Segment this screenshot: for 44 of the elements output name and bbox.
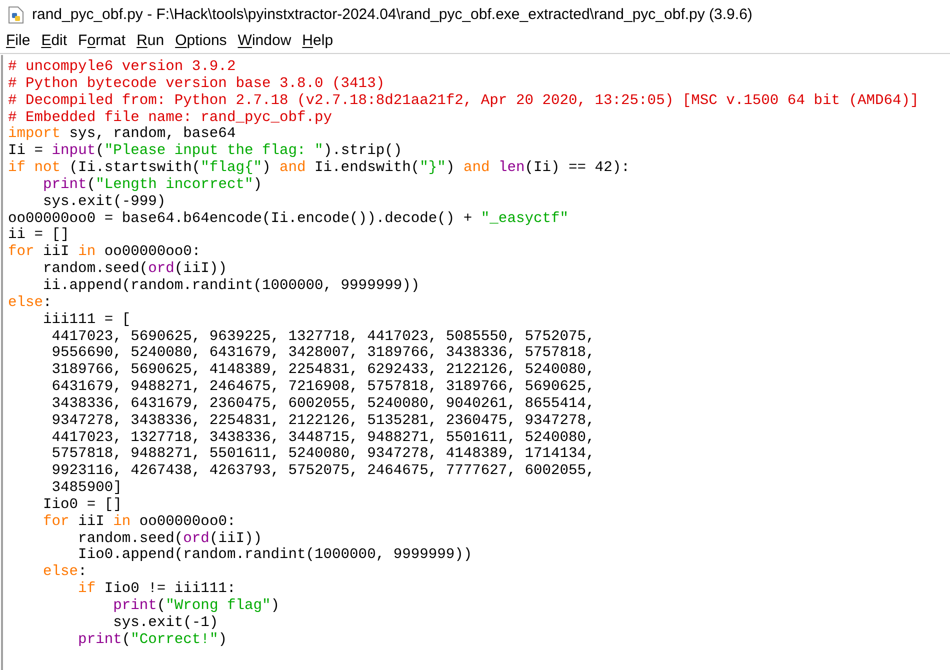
code-line: if Iio0 != iii111: xyxy=(77,581,236,598)
code-line: 6431679, 9488271, 2464675, 7216908, 5757818, 3189766, 5690625, xyxy=(50,379,595,396)
menu-item[interactable]: Help xyxy=(302,30,334,53)
code-line: 3438336, 6431679, 2360475, 6002055, 5240080, 9040261, 8655414, xyxy=(50,396,595,413)
code-line: 9347278, 3438336, 2254831, 2122126, 5135281, 2360475, 9347278, xyxy=(50,412,595,430)
window-title: rand_pyc_obf.py - F:\Hack\tools\pyinstxtractor-2024.04\rand_pyc_obf.exe_extracted\rand_pyc_obf.py (3.9.6) xyxy=(32,4,752,25)
code-line: sys.exit(-1) xyxy=(112,614,218,632)
code-line: else: xyxy=(42,564,87,581)
menu-item[interactable]: Options xyxy=(175,30,227,53)
code-line: else: xyxy=(8,294,52,312)
code-line: # Embedded file name: rand_pyc_obf.py xyxy=(8,110,332,126)
code-line: random.seed(ord(iiI)) xyxy=(77,530,262,547)
code-line: ii.append(random.randint(1000000, 9999999)) xyxy=(42,278,420,295)
code-line: for iiI in oo00000oo0: xyxy=(42,514,236,531)
menu-item[interactable]: File xyxy=(6,30,30,53)
code-line: iii111 = [ xyxy=(42,312,131,328)
code-line: for iiI in oo00000oo0: xyxy=(8,244,201,261)
code-line: ii = [] xyxy=(8,227,70,244)
code-line: random.seed(ord(iiI)) xyxy=(42,261,227,278)
code-line: 9923116, 4267438, 4263793, 5752075, 2464675, 7777627, 6002055, xyxy=(50,463,595,480)
code-line: print("Wrong flag") xyxy=(112,598,280,615)
code-line: # Python bytecode version base 3.8.0 (3413) xyxy=(8,76,385,93)
code-line: print("Length incorrect") xyxy=(42,176,262,194)
python-file-icon xyxy=(8,6,24,24)
code-line: sys.exit(-999) xyxy=(42,194,166,211)
code-line: print("Correct!") xyxy=(77,632,227,649)
code-line: oo00000oo0 = base64.b64encode(Ii.encode()).decode() + "_easyctf" xyxy=(8,210,568,227)
code-line: Iio0 = [] xyxy=(42,496,122,514)
code-line: 9556690, 5240080, 6431679, 3428007, 3189766, 3438336, 5757818, xyxy=(50,345,595,362)
code-line: Iio0.append(random.randint(1000000, 9999999)) xyxy=(77,547,472,564)
code-line: # uncompyle6 version 3.9.2 xyxy=(8,59,236,76)
code-line: # Decompiled from: Python 2.7.18 (v2.7.18:8d21aa21f2, Apr 20 2020, 13:25:05) [MSC v.1500 64 bit (AMD64)] xyxy=(8,92,919,110)
menu-item[interactable]: Edit xyxy=(41,30,68,53)
code-line: 4417023, 1327718, 3438336, 3448715, 9488271, 5501611, 5240080, xyxy=(50,430,595,446)
menu-item[interactable]: Format xyxy=(78,30,126,53)
code-line: if not (Ii.startswith("flag{") and Ii.endswith("}") and len(Ii) == 42): xyxy=(8,160,630,177)
code-line: 5757818, 9488271, 5501611, 5240080, 9347278, 4148389, 1714134, xyxy=(50,446,595,464)
code-line: 4417023, 5690625, 9639225, 1327718, 4417023, 5085550, 5752075, xyxy=(50,328,595,346)
code-line: Ii = input("Please input the flag: ").strip() xyxy=(8,143,402,160)
code-line: 3485900] xyxy=(50,480,122,497)
code-line: import sys, random, base64 xyxy=(8,126,236,143)
menu-item[interactable]: Run xyxy=(136,30,164,53)
code-line: 3189766, 5690625, 4148389, 2254831, 6292433, 2122126, 5240080, xyxy=(50,362,595,380)
menu-item[interactable]: Window xyxy=(238,30,292,53)
